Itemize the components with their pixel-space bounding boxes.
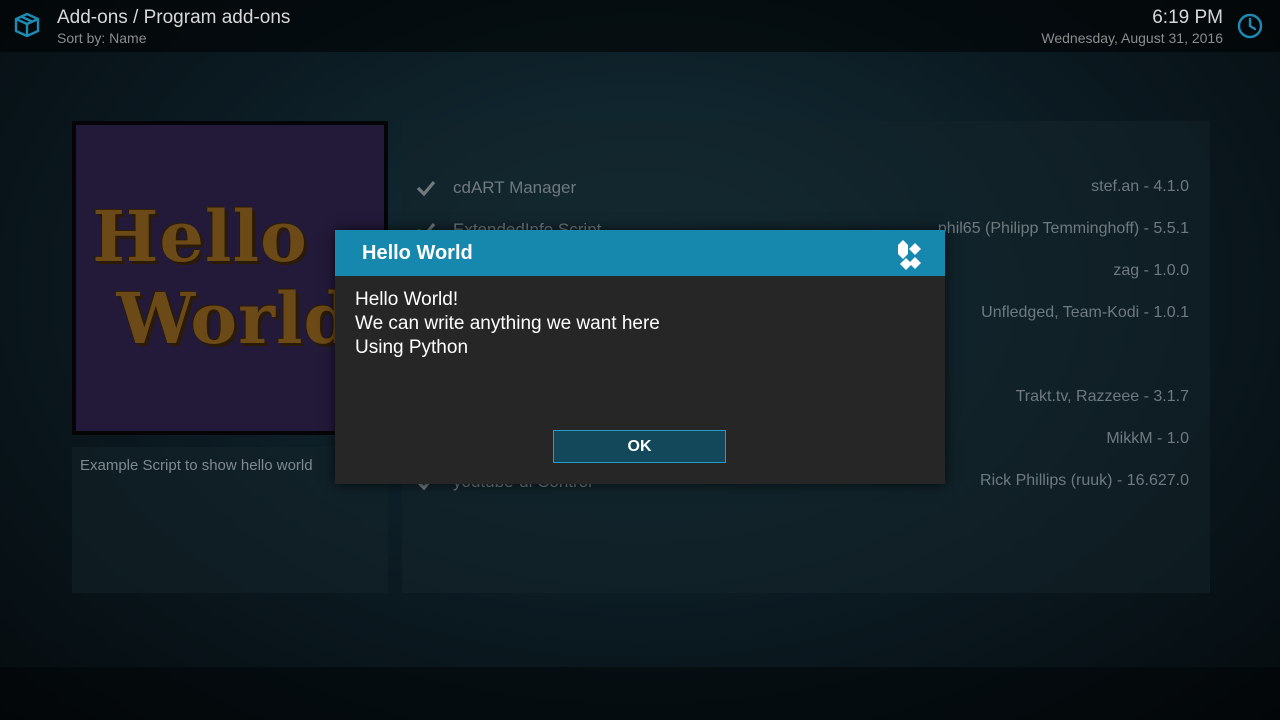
list-item[interactable]: cdART Manager stef.an - 4.1.0 (402, 167, 1210, 209)
footer-bar (0, 667, 1280, 720)
dialog-message-line: We can write anything we want here (355, 313, 660, 334)
thumbnail-text-line-2: World (116, 277, 354, 360)
addon-author-version: Trakt.tv, Razzeee - 3.1.7 (1015, 388, 1189, 405)
addon-author-version: stef.an - 4.1.0 (1091, 178, 1189, 195)
addon-author-version: zag - 1.0.0 (1113, 262, 1189, 279)
kodi-logo-icon (898, 240, 921, 270)
addon-author-version: phil65 (Philipp Temminghoff) - 5.5.1 (937, 220, 1189, 237)
hello-world-dialog: Hello World Hello World! We can write an… (335, 230, 945, 484)
addon-author-version: Unfledged, Team-Kodi - 1.0.1 (981, 304, 1189, 321)
dialog-message-line: Using Python (355, 337, 469, 358)
addon-author-version: MikkM - 1.0 (1106, 430, 1189, 447)
addon-author-version: Rick Phillips (ruuk) - 16.627.0 (980, 472, 1189, 489)
dialog-message: Hello World! We can write anything we wa… (355, 288, 925, 360)
ok-button[interactable]: OK (553, 430, 726, 463)
dialog-message-line: Hello World! (355, 289, 459, 310)
thumbnail-text-line-1: Hello (92, 195, 308, 278)
dialog-header: Hello World (335, 230, 945, 276)
dialog-title: Hello World (362, 242, 473, 264)
addon-name: cdART Manager (453, 178, 577, 197)
addon-description: Example Script to show hello world (80, 457, 313, 474)
check-icon (416, 180, 436, 197)
